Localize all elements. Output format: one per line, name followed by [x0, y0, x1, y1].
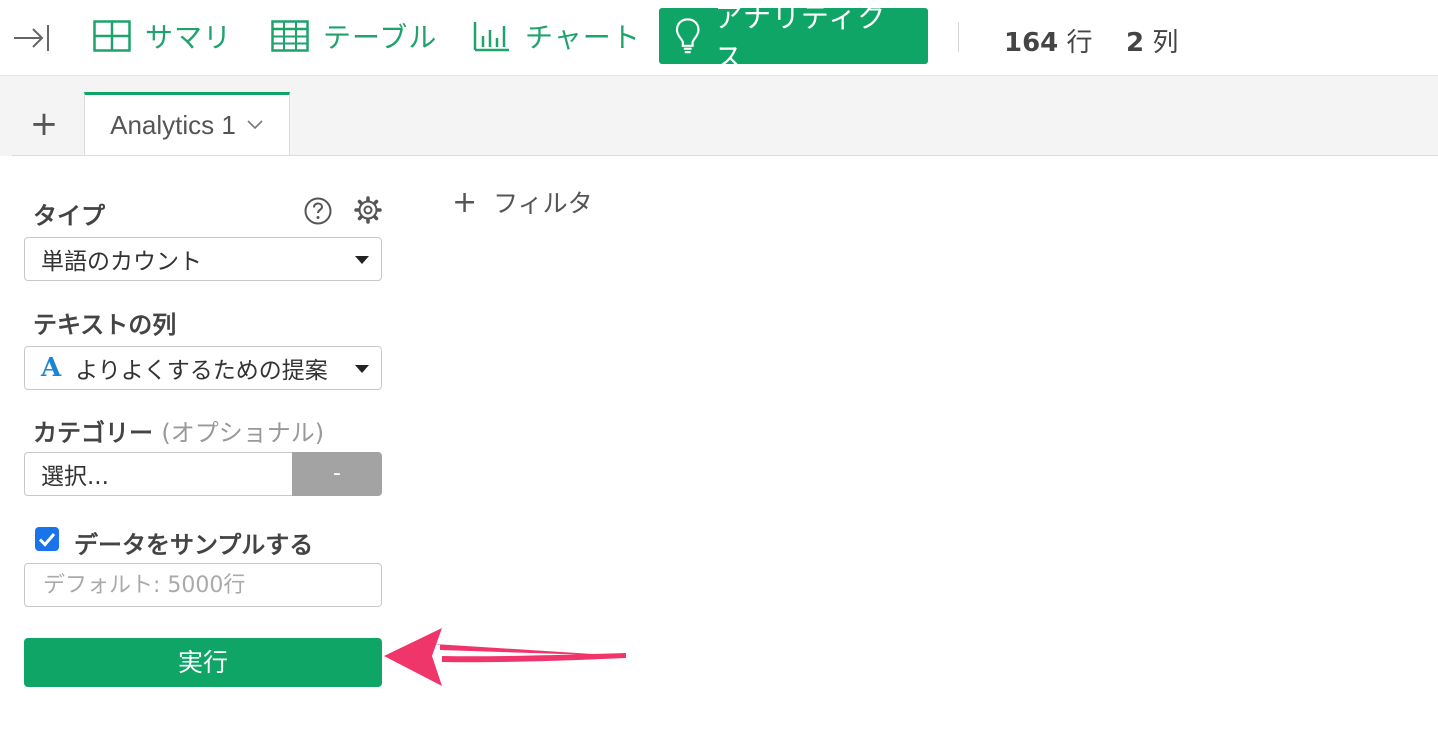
sample-size-input[interactable]: [24, 563, 382, 607]
nav-summary[interactable]: サマリ: [93, 8, 232, 64]
tab-analytics-1[interactable]: Analytics 1: [84, 92, 290, 156]
nav-chart-label: チャート: [525, 21, 641, 54]
sample-label: データをサンプルする: [74, 531, 314, 559]
annotation-arrow-icon: [384, 628, 626, 686]
category-optional-note: (オプショナル): [161, 419, 325, 447]
chevron-down-icon[interactable]: [246, 118, 264, 130]
filter-label: フィルタ: [493, 189, 593, 218]
table-icon: [271, 20, 309, 52]
category-label: カテゴリー (オプショナル): [33, 413, 324, 448]
run-button[interactable]: 実行: [24, 638, 382, 687]
caret-down-icon: [355, 365, 369, 373]
checkmark-icon: [38, 533, 56, 547]
help-icon[interactable]: [303, 196, 333, 226]
text-type-icon: A: [41, 353, 62, 383]
nav-analytics-label: アナリティクス: [714, 1, 887, 74]
caret-down-icon: [355, 256, 369, 264]
nav-table-label: テーブル: [323, 21, 438, 54]
text-column-label: テキストの列: [33, 311, 177, 339]
row-count-value: 164: [1004, 28, 1059, 58]
column-count-value: 2: [1126, 28, 1145, 58]
text-column-select[interactable]: A よりよくするための提案: [24, 346, 382, 390]
sample-checkbox[interactable]: [35, 527, 59, 551]
bar-chart-icon: [473, 22, 509, 52]
lightbulb-icon: [675, 18, 700, 54]
add-tab-button[interactable]: +: [14, 94, 74, 154]
text-column-value: よりよくするための提案: [75, 358, 328, 384]
type-select[interactable]: 単語のカウント: [24, 237, 382, 281]
category-placeholder: 選択...: [41, 464, 109, 490]
category-select[interactable]: 選択...: [24, 452, 292, 496]
type-label: タイプ: [33, 202, 105, 230]
category-clear-button[interactable]: -: [292, 452, 382, 496]
add-filter-button[interactable]: + フィルタ: [452, 184, 593, 220]
nav-table[interactable]: テーブル: [271, 8, 437, 64]
column-count-unit: 列: [1152, 28, 1179, 58]
nav-summary-label: サマリ: [145, 21, 233, 54]
type-select-value: 単語のカウント: [41, 249, 202, 275]
toolbar-divider: [958, 22, 959, 52]
row-count-unit: 行: [1066, 28, 1093, 58]
plus-icon: +: [452, 184, 478, 220]
tab-label: Analytics 1: [110, 110, 236, 140]
nav-chart[interactable]: チャート: [473, 8, 641, 64]
column-count: 2 列: [1126, 22, 1178, 59]
gear-icon[interactable]: [353, 195, 383, 225]
nav-analytics[interactable]: アナリティクス: [659, 1, 928, 74]
summary-grid-icon: [93, 20, 131, 52]
row-count: 164 行: [1004, 22, 1093, 59]
category-label-text: カテゴリー: [33, 419, 153, 447]
collapse-sidebar-icon[interactable]: [12, 20, 52, 56]
top-toolbar: サマリ テーブル チャート アナリティクス 164 行 2 列: [0, 0, 1438, 76]
